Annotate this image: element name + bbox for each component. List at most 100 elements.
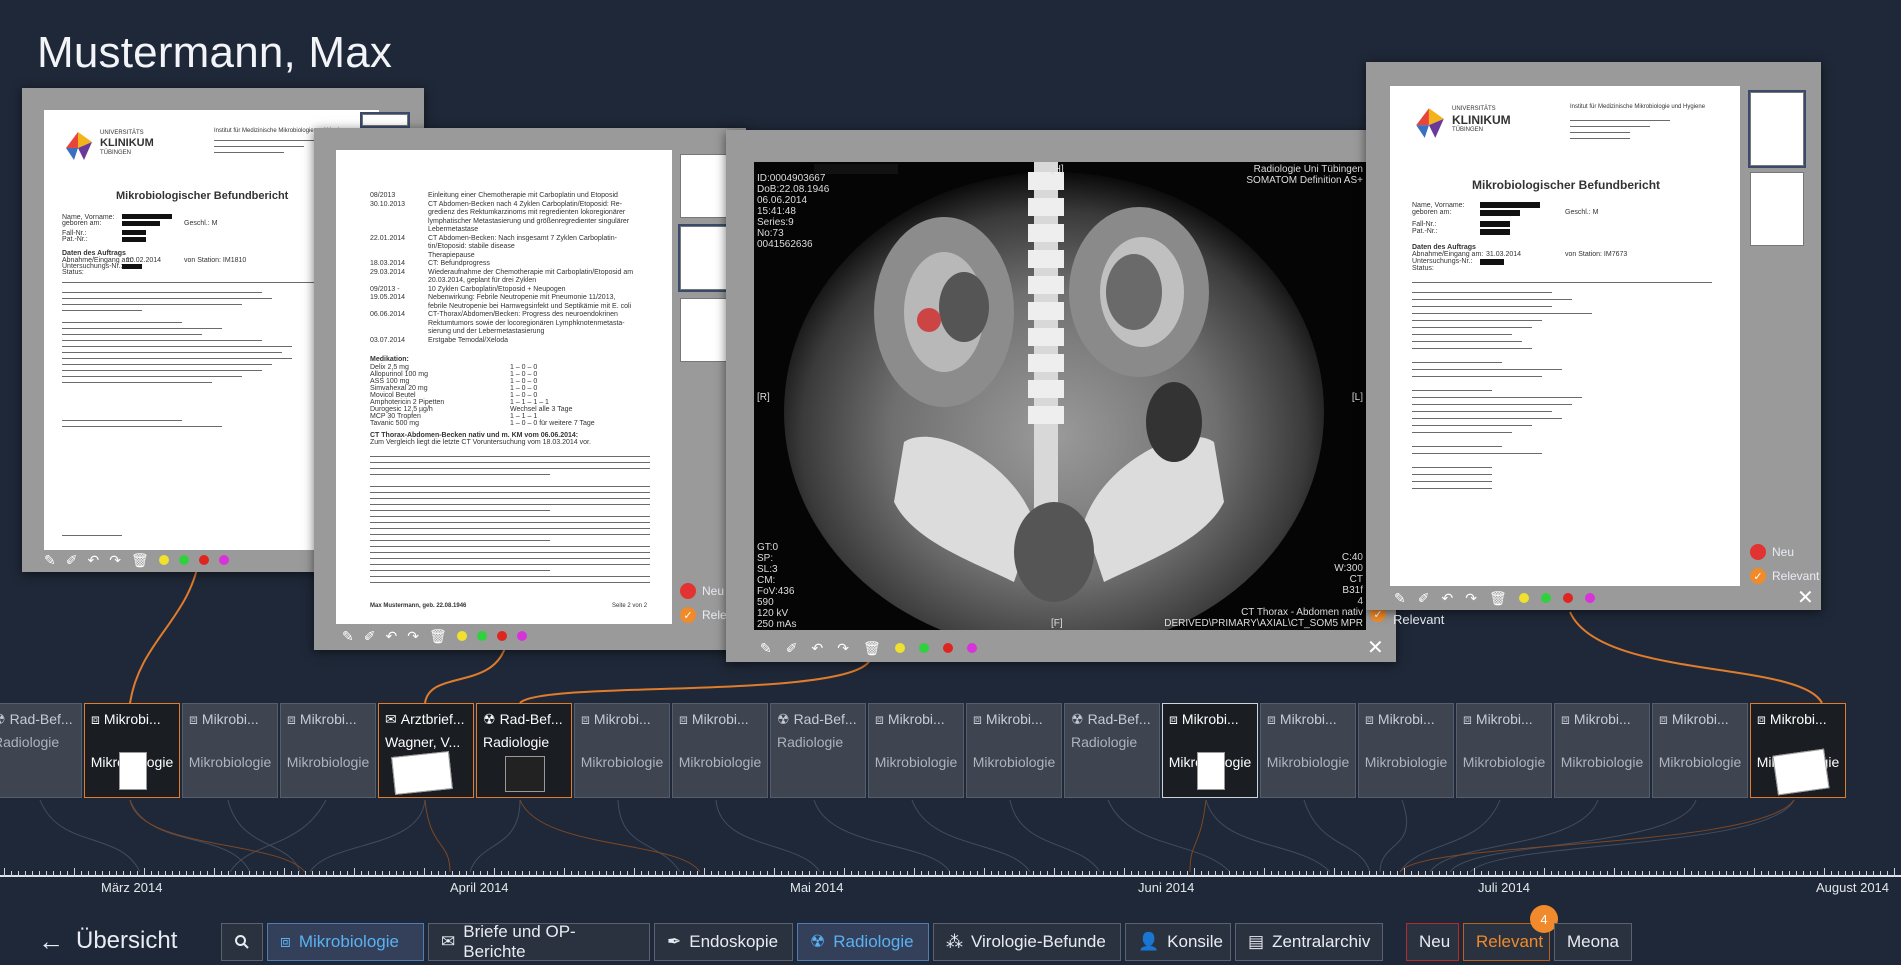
timeline-card[interactable]: ⧈Mikrobi...Mikrobiologie: [1260, 703, 1356, 798]
color-red-button[interactable]: [496, 631, 507, 641]
color-yellow-button[interactable]: [158, 555, 169, 565]
timeline-card[interactable]: ⧈Mikrobi...Mikrobiologie: [280, 703, 376, 798]
axis-tick: [809, 871, 810, 877]
timeline-card[interactable]: ☢Rad-Bef... Radiologie: [0, 703, 82, 798]
undo-icon[interactable]: ↶: [811, 640, 823, 657]
timeline-card[interactable]: ⧈Mikrobi...Mikrobiologie: [1456, 703, 1552, 798]
color-green-button[interactable]: [178, 555, 189, 565]
filter-endoskopie[interactable]: ✒ Endoskopie: [654, 923, 793, 961]
timeline-card[interactable]: ⧈Mikrobi...Mikrobiologie: [1750, 703, 1846, 798]
color-magenta-button[interactable]: [966, 643, 977, 653]
redo-icon[interactable]: ↷: [407, 628, 419, 645]
page-thumbnail-1[interactable]: [1748, 90, 1806, 168]
timeline-card[interactable]: ⧈Mikrobi...Mikrobiologie: [182, 703, 278, 798]
filter-mikrobiologie[interactable]: ⧈ Mikrobiologie: [267, 923, 424, 961]
axis-tick: [1194, 868, 1195, 877]
timeline-card[interactable]: ✉ Arztbrief... Wagner, V...: [378, 703, 474, 798]
axis-tick: [1719, 871, 1720, 877]
redo-icon[interactable]: ↷: [1465, 590, 1477, 607]
document-window-microbiology-2[interactable]: UNIVERSITÄTS KLINIKUM TÜBINGEN Institut …: [1366, 62, 1821, 610]
arrow-left-icon: ←: [38, 925, 64, 956]
timeline-card[interactable]: ⧈Mikrobi...Mikrobiologie: [672, 703, 768, 798]
flag-filter-neu[interactable]: Neu: [1406, 923, 1459, 961]
axis-tick: [1096, 871, 1097, 877]
color-green-button[interactable]: [1540, 593, 1551, 603]
timeline-card[interactable]: ⧈Mikrobi...Mikrobiologie: [1358, 703, 1454, 798]
color-yellow-button[interactable]: [1518, 593, 1529, 603]
axis-tick: [389, 871, 390, 877]
axis-tick: [1383, 871, 1384, 877]
axis-tick: [1796, 871, 1797, 877]
color-green-button[interactable]: [476, 631, 487, 641]
trash-icon[interactable]: 🗑: [429, 628, 447, 645]
redo-icon[interactable]: ↷: [109, 552, 121, 569]
axis-tick: [1005, 871, 1006, 877]
page-thumbnail-2[interactable]: [1750, 172, 1804, 246]
undo-icon[interactable]: ↶: [385, 628, 397, 645]
filter-zentralarchiv[interactable]: ▤ Zentralarchiv: [1235, 923, 1383, 961]
back-button[interactable]: ← Übersicht: [38, 922, 177, 960]
timeline-card[interactable]: ⧈Mikrobi...Mikrobiologie: [1554, 703, 1650, 798]
color-red-button[interactable]: [1562, 593, 1573, 603]
time-axis: [0, 875, 1901, 877]
color-red-button[interactable]: [942, 643, 953, 653]
redo-icon[interactable]: ↷: [837, 640, 849, 657]
axis-tick: [753, 871, 754, 877]
page-thumbnail-3[interactable]: [680, 298, 728, 362]
close-icon[interactable]: ✕: [1367, 638, 1384, 658]
label-dob: geboren am:: [1412, 209, 1452, 216]
highlighter-icon[interactable]: ✐: [786, 640, 798, 657]
timeline-card[interactable]: ⧈Mikrobi...Mikrobiologie: [1652, 703, 1748, 798]
microscope-icon: ⧈: [1169, 711, 1178, 727]
filter-konsile[interactable]: 👤 Konsile: [1125, 923, 1231, 961]
timeline-card[interactable]: ⧈Mikrobi...Mikrobiologie: [966, 703, 1062, 798]
page-thumbnail-2[interactable]: [678, 224, 730, 292]
timeline-card[interactable]: ☢Rad-Bef... Radiologie: [770, 703, 866, 798]
timeline-card[interactable]: ⧈Mikrobi...Mikrobiologie: [84, 703, 180, 798]
flag-neu[interactable]: Neu: [1750, 544, 1819, 560]
color-magenta-button[interactable]: [218, 555, 229, 565]
page-thumbnail-1[interactable]: [680, 154, 728, 218]
filter-radiologie[interactable]: ☢ Radiologie: [797, 923, 929, 961]
axis-tick: [109, 871, 110, 877]
filter-briefe[interactable]: ✉ Briefe und OP-Berichte: [428, 922, 650, 961]
color-yellow-button[interactable]: [456, 631, 467, 641]
axis-tick: [984, 868, 985, 877]
highlighter-icon[interactable]: ✐: [364, 628, 376, 645]
pencil-icon[interactable]: ✎: [760, 640, 772, 657]
axis-tick: [305, 871, 306, 877]
timeline-card[interactable]: ⧈Mikrobi...Mikrobiologie: [1162, 703, 1258, 798]
axis-tick: [1544, 868, 1545, 877]
timeline-card[interactable]: ☢Rad-Bef... Radiologie: [476, 703, 572, 798]
timeline-text: Rektumtumors sowie der locoregionären Ly…: [428, 319, 625, 327]
trash-icon[interactable]: 🗑: [863, 640, 881, 657]
trash-icon[interactable]: 🗑: [131, 552, 149, 569]
timeline-card[interactable]: ⧈Mikrobi...Mikrobiologie: [574, 703, 670, 798]
document-window-letter[interactable]: 08/2013 Einleitung einer Chemotherapie mi…: [314, 128, 749, 650]
color-yellow-button[interactable]: [894, 643, 905, 653]
ct-image[interactable]: ID:0004903667 DoB:22.08.1946 06.06.2014 …: [754, 162, 1366, 630]
highlighter-icon[interactable]: ✐: [1418, 590, 1430, 607]
timeline-card[interactable]: ⧈Mikrobi...Mikrobiologie: [868, 703, 964, 798]
highlighter-icon[interactable]: ✐: [66, 552, 78, 569]
search-button[interactable]: [221, 923, 263, 961]
trash-icon[interactable]: 🗑: [1489, 590, 1507, 607]
logo-text-1: UNIVERSITÄTS: [1452, 106, 1496, 112]
close-icon[interactable]: ✕: [1797, 588, 1814, 608]
axis-tick: [823, 871, 824, 877]
color-green-button[interactable]: [918, 643, 929, 653]
timeline-card[interactable]: ☢Rad-Bef... Radiologie: [1064, 703, 1160, 798]
flag-filter-meona[interactable]: Meona: [1554, 923, 1632, 961]
undo-icon[interactable]: ↶: [87, 552, 99, 569]
pencil-icon[interactable]: ✎: [342, 628, 354, 645]
pencil-icon[interactable]: ✎: [44, 552, 56, 569]
pencil-icon[interactable]: ✎: [1394, 590, 1406, 607]
undo-icon[interactable]: ↶: [1441, 590, 1453, 607]
image-window-ct[interactable]: ID:0004903667 DoB:22.08.1946 06.06.2014 …: [726, 130, 1396, 662]
color-red-button[interactable]: [198, 555, 209, 565]
flag-relevant[interactable]: ✓ Relevant: [1750, 568, 1819, 584]
color-magenta-button[interactable]: [1584, 593, 1595, 603]
filter-label: Mikrobiologie: [298, 932, 399, 951]
filter-virologie[interactable]: ⁂ Virologie-Befunde: [933, 923, 1121, 961]
color-magenta-button[interactable]: [516, 631, 527, 641]
